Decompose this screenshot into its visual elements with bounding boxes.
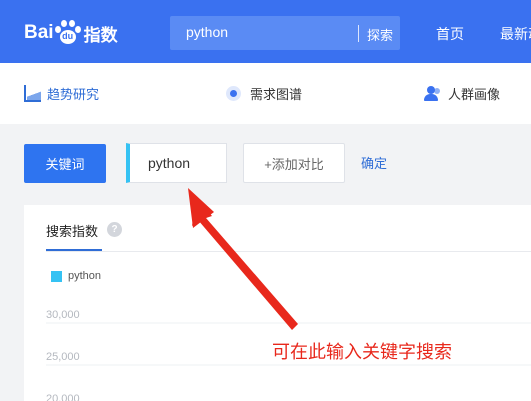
y-tick-label: 20,000 [46, 393, 80, 401]
nav-home[interactable]: 首页 [436, 24, 464, 44]
target-icon [226, 86, 241, 101]
annotation-text: 可在此输入关键字搜索 [272, 342, 452, 363]
sub-navigation: 趋势研究 需求图谱 人群画像 [0, 63, 531, 124]
baidu-index-logo[interactable]: Bai du 指数 [24, 19, 118, 47]
explore-button[interactable]: 探索 [367, 25, 393, 44]
subnav-trend-label: 趋势研究 [47, 88, 100, 103]
logo-text-du: du [62, 31, 74, 41]
add-compare-button[interactable]: +添加对比 [243, 143, 345, 183]
legend-label: python [68, 270, 102, 282]
baidu-paw-icon: du [54, 20, 81, 46]
confirm-link[interactable]: 确定 [361, 153, 387, 172]
subnav-demand-graph[interactable]: 需求图谱 [226, 84, 302, 103]
subnav-demand-label: 需求图谱 [250, 88, 303, 103]
logo-text-bai: Bai [24, 22, 54, 43]
logo-text-zhishu: 指数 [83, 25, 118, 46]
subnav-crowd-profile[interactable]: 人群画像 [424, 84, 500, 103]
user-group-icon [424, 85, 442, 102]
help-icon[interactable]: ? [107, 222, 122, 237]
keyword-button[interactable]: 关键词 [24, 144, 106, 183]
nav-latest-news[interactable]: 最新动态 [500, 24, 531, 44]
search-divider [358, 25, 359, 42]
y-tick-label: 30,000 [46, 309, 80, 321]
header-search-box[interactable]: python 探索 [170, 16, 400, 50]
legend-swatch [51, 270, 62, 282]
trend-chart-icon [24, 85, 41, 102]
tab-search-index[interactable]: 搜索指数 [46, 221, 98, 240]
subnav-trend-research[interactable]: 趋势研究 [24, 84, 99, 103]
tab-divider [46, 251, 531, 252]
y-tick-label: 25,000 [46, 351, 80, 363]
top-header: Bai du 指数 python 探索 首页 最新动态 [0, 0, 531, 63]
header-search-input[interactable]: python [186, 24, 228, 40]
keyword-input[interactable] [126, 143, 227, 183]
search-index-panel: 搜索指数 ? python 30,000 25,000 20,000 [24, 205, 531, 401]
chart-legend[interactable]: python [51, 270, 101, 282]
subnav-crowd-label: 人群画像 [448, 88, 501, 103]
